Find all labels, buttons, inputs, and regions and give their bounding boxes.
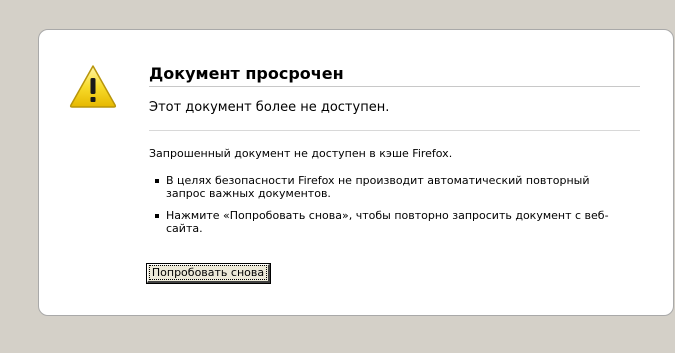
error-page-container: Документ просрочен Этот документ более н… [38,29,674,316]
try-again-label: Попробовать снова [148,265,268,280]
error-title: Документ просрочен [149,64,640,87]
error-long-description: Запрошенный документ не доступен в кэше … [149,147,453,160]
error-bullet-item: В целях безопасности Firefox не производ… [149,174,616,200]
error-bullet-list: В целях безопасности Firefox не производ… [149,174,640,235]
error-bullet-item: Нажмите «Попробовать снова», чтобы повто… [149,209,616,235]
error-content: Документ просрочен Этот документ более н… [149,64,640,244]
error-short-description: Этот документ более не доступен. [149,100,640,131]
warning-icon [69,65,117,108]
try-again-button[interactable]: Попробовать снова [146,263,271,284]
